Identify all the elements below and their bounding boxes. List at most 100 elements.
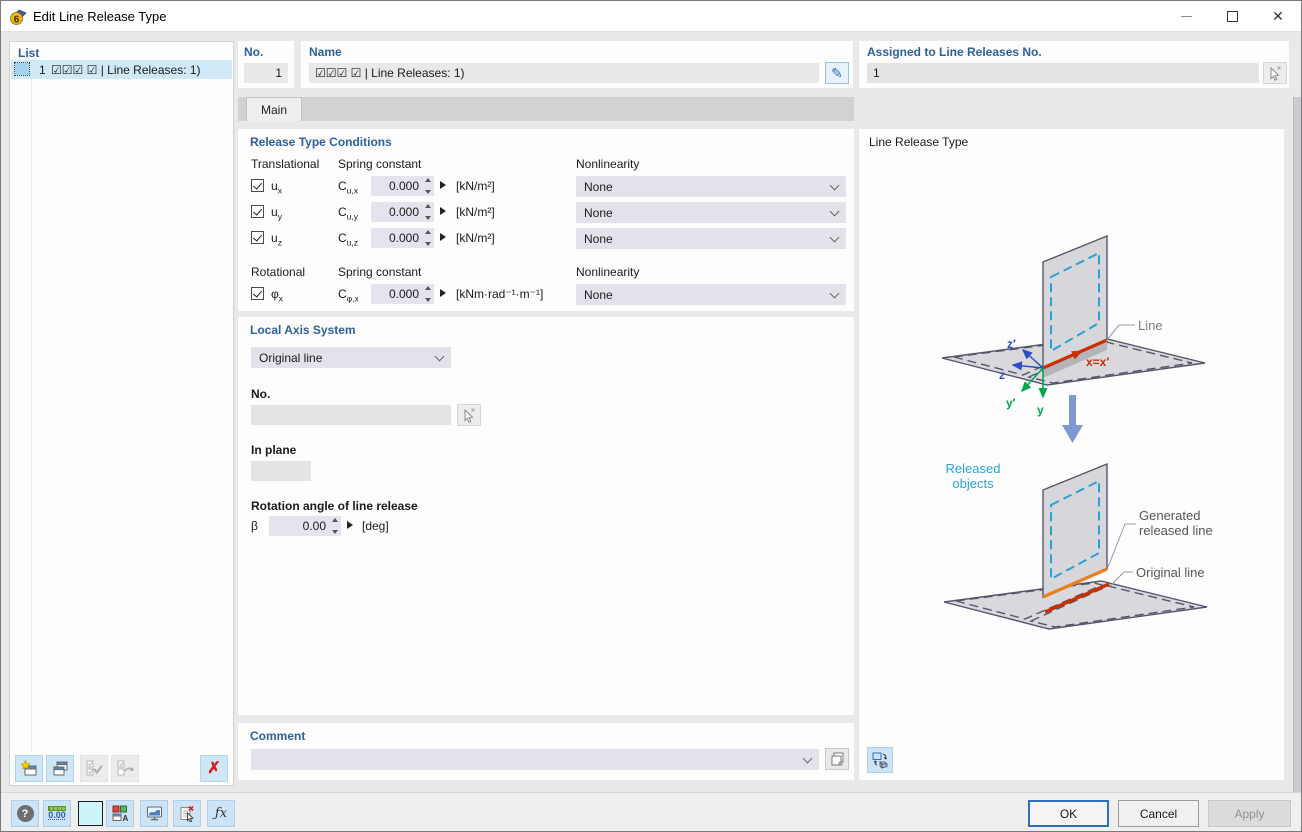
- check-all-button[interactable]: [80, 755, 108, 782]
- no-panel: No. 1: [238, 41, 294, 88]
- assigned-field: 1: [867, 63, 1259, 83]
- rendering-button[interactable]: [140, 800, 168, 827]
- cphix-spring-input[interactable]: 0.000: [371, 284, 434, 304]
- phix-nonlinearity-select[interactable]: None: [576, 284, 846, 305]
- pick-cursor-icon: [461, 407, 477, 423]
- cux-spring-input[interactable]: 0.000: [371, 176, 434, 196]
- detail-expand-arrow[interactable]: [440, 233, 446, 241]
- uy-checkbox[interactable]: [251, 205, 264, 218]
- formula-button[interactable]: ƒx: [207, 800, 235, 827]
- tab-main-label: Main: [261, 103, 287, 117]
- delete-entry-button[interactable]: ✗: [200, 755, 228, 782]
- pick-cursor-icon: [1267, 65, 1283, 81]
- display-properties-button[interactable]: A: [106, 800, 134, 827]
- original-line-label: Original line: [1136, 565, 1276, 580]
- release-transition-arrow: [1062, 395, 1083, 443]
- name-input[interactable]: ☑☑☑ ☑ | Line Releases: 1): [309, 63, 819, 83]
- comment-header: Comment: [250, 729, 305, 743]
- assigned-pick-button[interactable]: [1263, 62, 1287, 84]
- cuz-symbol: Cu,z: [338, 231, 358, 247]
- line-label: Line: [1138, 318, 1163, 333]
- assigned-panel: Assigned to Line Releases No. 1: [859, 41, 1289, 88]
- cuy-spring-input[interactable]: 0.000: [371, 202, 434, 222]
- units-icon: 0.00: [48, 806, 66, 821]
- axis-no-label: No.: [251, 387, 270, 401]
- background-color-swatch-button[interactable]: [78, 801, 103, 826]
- release-conditions-card: Release Type Conditions Translational Sp…: [238, 129, 854, 311]
- detail-expand-arrow[interactable]: [347, 521, 353, 529]
- line-label-leader: [1106, 325, 1135, 341]
- maximize-button[interactable]: [1209, 1, 1255, 31]
- pencil-icon: ✎: [831, 65, 843, 82]
- chevron-down-icon: [830, 207, 840, 217]
- spinner-arrows[interactable]: [423, 230, 432, 246]
- line-release-type-diagram-panel: Line Release Type z z′ y y′ x=x′: [859, 129, 1284, 780]
- list-item[interactable]: 1 ☑☑☑ ☑ | Line Releases: 1): [11, 60, 232, 79]
- copy-entry-button[interactable]: [46, 755, 74, 782]
- app-icon: 6: [9, 7, 28, 26]
- help-button[interactable]: ?: [11, 800, 39, 827]
- item-color-swatch[interactable]: [15, 63, 29, 75]
- uz-nonlinearity-select[interactable]: None: [576, 228, 846, 249]
- list-header: List: [18, 46, 39, 60]
- minimize-button[interactable]: [1163, 1, 1209, 31]
- uy-nonlinearity-select[interactable]: None: [576, 202, 846, 223]
- spring-constant-header-2: Spring constant: [338, 265, 421, 279]
- scrollbar[interactable]: [1293, 97, 1302, 792]
- name-edit-button[interactable]: ✎: [825, 62, 849, 84]
- uz-label: uz: [271, 231, 282, 247]
- local-axis-card: Local Axis System Original line No. In p…: [238, 317, 854, 715]
- spin-up-icon: [425, 178, 431, 182]
- close-button[interactable]: ✕: [1255, 1, 1301, 31]
- axis-system-select[interactable]: Original line: [251, 347, 451, 368]
- delete-selected-data-button[interactable]: [173, 800, 201, 827]
- spinner-arrows[interactable]: [330, 518, 339, 534]
- ux-label: ux: [271, 179, 282, 195]
- list-toolbar: ✗: [10, 755, 233, 785]
- no-value-field: 1: [244, 63, 288, 83]
- spinner-arrows[interactable]: [423, 286, 432, 302]
- comment-copy-button[interactable]: [825, 748, 849, 770]
- ok-button[interactable]: OK: [1028, 800, 1109, 827]
- item-label: ☑☑☑ ☑ | Line Releases: 1): [51, 63, 201, 77]
- check-icon: [253, 232, 262, 241]
- cuz-spring-input[interactable]: 0.000: [371, 228, 434, 248]
- svg-text:6: 6: [14, 15, 20, 26]
- maximize-icon: [1227, 11, 1238, 22]
- detail-expand-arrow[interactable]: [440, 181, 446, 189]
- cancel-button[interactable]: Cancel: [1118, 800, 1199, 827]
- uncheck-all-button[interactable]: [111, 755, 139, 782]
- no-label: No.: [244, 45, 263, 59]
- titlebar[interactable]: 6 Edit Line Release Type ✕: [1, 1, 1301, 32]
- y-prime-axis-label: y′: [1006, 396, 1016, 410]
- window-title: Edit Line Release Type: [33, 9, 166, 24]
- help-icon: ?: [17, 805, 34, 822]
- toggle-3d-view-button[interactable]: [867, 747, 893, 773]
- no-value: 1: [275, 66, 282, 80]
- y-axis-label: y: [1037, 403, 1044, 417]
- line-release-diagram: z z′ y y′ x=x′: [859, 129, 1284, 778]
- x-axis-label: x=x′: [1086, 355, 1109, 369]
- uz-checkbox[interactable]: [251, 231, 264, 244]
- units-settings-button[interactable]: 0.00: [43, 800, 71, 827]
- spin-down-icon: [425, 216, 431, 220]
- detail-expand-arrow[interactable]: [440, 207, 446, 215]
- chevron-down-icon: [830, 233, 840, 243]
- ux-checkbox[interactable]: [251, 179, 264, 192]
- new-entry-button[interactable]: [15, 755, 43, 782]
- cphix-symbol: Cφ,x: [338, 287, 359, 303]
- ux-nonlinearity-select[interactable]: None: [576, 176, 846, 197]
- generated-released-line-label: Generated released line: [1139, 508, 1221, 539]
- spinner-arrows[interactable]: [423, 178, 432, 194]
- cux-unit: [kN/m²]: [456, 179, 495, 193]
- beta-input[interactable]: 0.00: [269, 516, 341, 536]
- tab-main[interactable]: Main: [246, 97, 302, 121]
- spinner-arrows[interactable]: [423, 204, 432, 220]
- phix-checkbox[interactable]: [251, 287, 264, 300]
- apply-button[interactable]: Apply: [1208, 800, 1291, 827]
- comment-input[interactable]: [251, 749, 819, 770]
- in-plane-label: In plane: [251, 443, 296, 457]
- detail-expand-arrow[interactable]: [440, 289, 446, 297]
- axis-no-pick-button[interactable]: [457, 404, 481, 426]
- name-panel: Name ☑☑☑ ☑ | Line Releases: 1) ✎: [301, 41, 853, 88]
